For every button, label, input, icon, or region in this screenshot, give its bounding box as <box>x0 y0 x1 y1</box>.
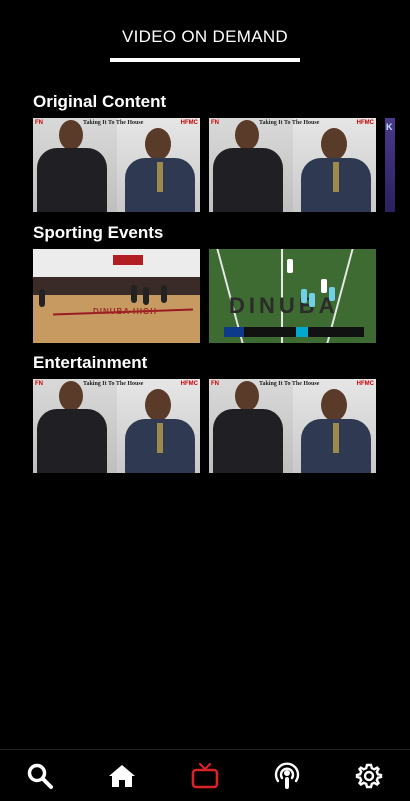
settings-icon <box>355 762 383 790</box>
section-title: Sporting Events <box>33 223 164 242</box>
page-title: VIDEO ON DEMAND <box>121 27 289 46</box>
nav-home[interactable] <box>92 750 152 801</box>
video-thumbnail[interactable]: FN Taking It To The House HFMC <box>33 379 200 473</box>
nav-settings[interactable] <box>339 750 399 801</box>
nav-podcast[interactable] <box>257 750 317 801</box>
video-thumbnail[interactable]: DINUBA HIGH <box>33 249 200 343</box>
nav-tv[interactable] <box>175 750 235 801</box>
title-underline <box>110 58 300 62</box>
header: VIDEO ON DEMAND <box>0 0 410 70</box>
video-thumbnail[interactable]: FN Taking It To The House HFMC <box>209 118 376 212</box>
video-thumbnail-partial[interactable]: K <box>385 118 395 212</box>
section-title: Entertainment <box>33 353 148 372</box>
home-icon <box>108 763 136 789</box>
tv-icon <box>191 762 219 790</box>
podcast-icon <box>273 761 301 791</box>
search-icon <box>26 762 54 790</box>
video-thumbnail[interactable]: FN Taking It To The House HFMC <box>33 118 200 212</box>
bottom-nav <box>0 749 410 801</box>
nav-search[interactable] <box>10 750 70 801</box>
video-thumbnail[interactable]: DINUBA <box>209 249 376 343</box>
video-thumbnail[interactable]: FN Taking It To The House HFMC <box>209 379 376 473</box>
section-title: Original Content <box>33 92 167 111</box>
